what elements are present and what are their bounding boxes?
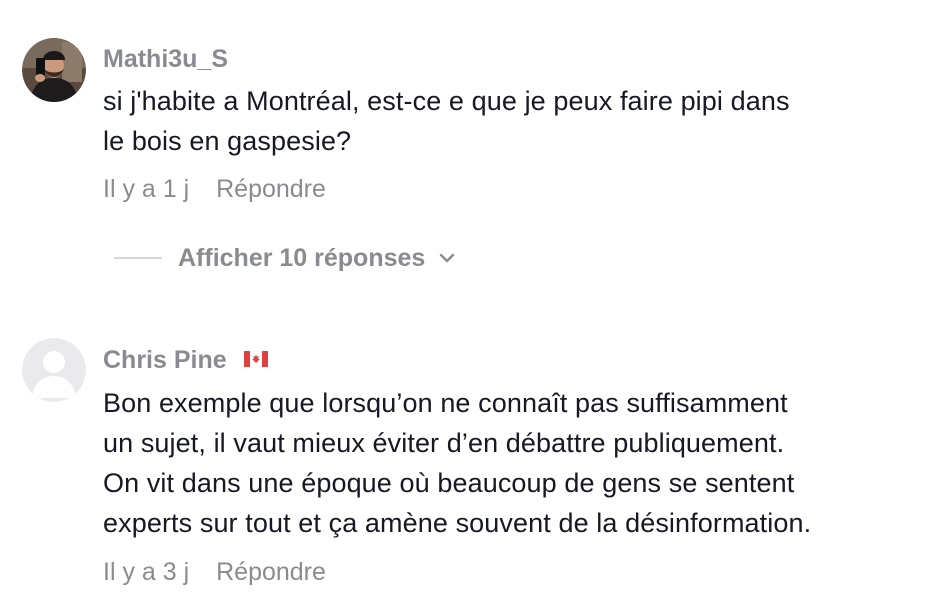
reply-button[interactable]: Répondre — [216, 558, 326, 587]
comment-line: le bois en gaspesie? — [103, 126, 352, 156]
comment-username[interactable]: Mathi3u_S — [103, 45, 228, 74]
comment-timestamp: Il y a 3 j — [103, 558, 190, 586]
avatar[interactable] — [22, 38, 86, 102]
comment-meta: Il y a 3 j Répondre — [103, 558, 326, 587]
username-text: Mathi3u_S — [103, 45, 229, 73]
comment-username[interactable]: Chris Pine — [103, 346, 268, 376]
username-text: Chris Pine — [103, 346, 227, 374]
reply-button[interactable]: Répondre — [216, 175, 326, 204]
comment-line: un sujet, il vaut mieux éviter d’en déba… — [103, 428, 785, 458]
comment-meta: Il y a 1 j Répondre — [103, 175, 326, 204]
comment-line: Bon exemple que lorsqu’on ne connaît pas… — [103, 388, 788, 418]
default-avatar-icon — [22, 338, 86, 402]
comment-timestamp: Il y a 1 j — [103, 175, 190, 203]
divider — [114, 257, 162, 259]
comment-line: On vit dans une époque où beaucoup de ge… — [103, 468, 795, 498]
canada-flag-icon — [243, 345, 268, 374]
avatar[interactable] — [22, 338, 86, 402]
comment-line: experts sur tout et ça amène souvent de … — [103, 508, 812, 538]
comment-text: Bon exemple que lorsqu’on ne connaît pas… — [103, 383, 811, 543]
comment-text: si j'habite a Montréal, est-ce e que je … — [103, 81, 790, 161]
chevron-down-icon — [437, 248, 457, 268]
view-replies-button[interactable]: Afficher 10 réponses — [114, 240, 457, 276]
view-replies-label: Afficher 10 réponses — [178, 243, 426, 272]
user-photo-avatar — [22, 38, 86, 102]
comment-line: si j'habite a Montréal, est-ce e que je … — [103, 86, 790, 116]
